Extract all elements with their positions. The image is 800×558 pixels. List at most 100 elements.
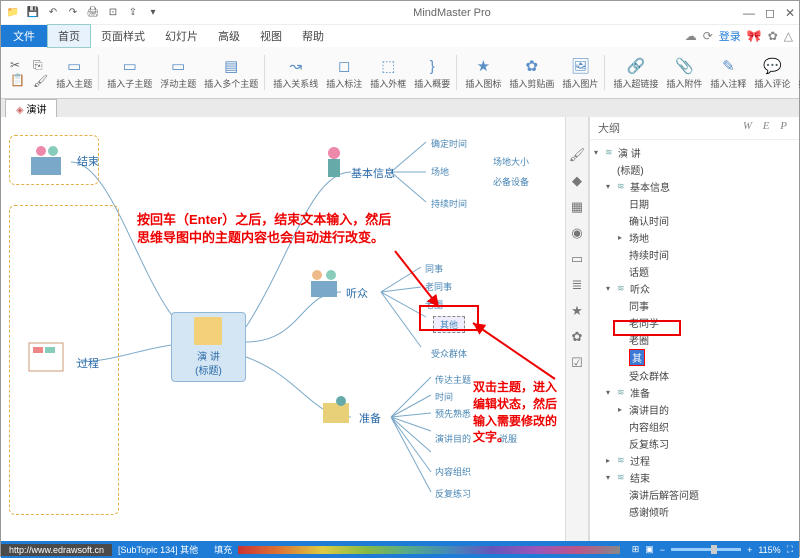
outline-item[interactable]: 内容组织 (594, 418, 795, 435)
ribbon-insert-topic[interactable]: ▭插入主题 (53, 55, 99, 90)
outline-item[interactable]: 演讲后解答问题 (594, 486, 795, 503)
outline-item[interactable]: 其 (594, 348, 795, 367)
menu-view[interactable]: 视图 (250, 25, 292, 47)
cut-icon[interactable]: ✂ (10, 58, 25, 72)
brush-icon[interactable]: 🖌 (33, 74, 48, 88)
outline-item[interactable]: ▾≋基本信息 (594, 178, 795, 195)
ribbon-image[interactable]: 🖼插入图片 (559, 55, 605, 90)
outline-item[interactable]: 感谢倾听 (594, 503, 795, 520)
node-process[interactable]: 过程 (77, 355, 99, 371)
fit-page-icon[interactable]: ▣ (645, 544, 654, 555)
outline-item[interactable]: 同事 (594, 297, 795, 314)
node-review-practice[interactable]: 反复练习 (435, 487, 471, 500)
qat-redo-icon[interactable]: ↷ (65, 5, 81, 21)
outline-item[interactable]: 持续时间 (594, 246, 795, 263)
cloud-upload-icon[interactable]: ☁ (685, 29, 697, 43)
node-content-org[interactable]: 内容组织 (435, 465, 471, 478)
color-palette-bar[interactable] (238, 546, 620, 554)
gift-icon[interactable]: 🎀 (747, 29, 762, 43)
qat-print-icon[interactable]: 🖨 (85, 5, 101, 21)
outline-item[interactable]: ▸≋过程 (594, 452, 795, 469)
format-task-icon[interactable]: ☑ (571, 355, 583, 371)
format-clipart-icon[interactable]: ✿ (572, 329, 583, 345)
login-link[interactable]: 登录 (719, 28, 741, 44)
minimize-button[interactable]: — (743, 6, 755, 20)
collapse-ribbon-icon[interactable]: △ (784, 29, 793, 43)
mindmap-canvas[interactable]: 演 讲 (标题) 结束 过程 基本信息 听众 准备 确定时间 场地 场地大小 必… (1, 117, 565, 541)
outline-item[interactable]: 日期 (594, 195, 795, 212)
menu-slides[interactable]: 幻灯片 (155, 25, 208, 47)
paste-icon[interactable]: 📋 (10, 73, 25, 87)
ribbon-relationship[interactable]: ↝插入关系线 (270, 55, 321, 90)
node-venue-size[interactable]: 场地大小 (493, 155, 529, 168)
zoom-out-button[interactable]: − (660, 545, 665, 555)
status-url[interactable]: http://www.edrawsoft.cn (1, 544, 112, 556)
close-button[interactable]: ✕ (785, 6, 795, 20)
format-layout-icon[interactable]: ▦ (571, 199, 583, 215)
maximize-button[interactable]: ◻ (765, 6, 775, 20)
cloud-sync-icon[interactable]: ⟳ (703, 29, 713, 43)
node-end[interactable]: 结束 (77, 153, 99, 169)
outline-item[interactable]: 确认时间 (594, 212, 795, 229)
outline-item[interactable]: ▸场地 (594, 229, 795, 246)
outline-item[interactable]: (标题) (594, 161, 795, 178)
format-outline-icon[interactable]: ≣ (572, 277, 583, 293)
format-brush-icon[interactable]: 🖌 (569, 147, 586, 163)
ribbon-hyperlink[interactable]: 🔗插入超链接 (610, 55, 661, 90)
outline-item[interactable]: ▸演讲目的 (594, 401, 795, 418)
root-node[interactable]: 演 讲 (标题) (171, 312, 246, 382)
outline-item[interactable]: ▾≋演 讲 (594, 144, 795, 161)
node-audience-group[interactable]: 受众群体 (431, 347, 467, 360)
outline-item[interactable]: 受众群体 (594, 367, 795, 384)
ribbon-comment[interactable]: 💬插入评论 (751, 55, 793, 90)
ribbon-attachment[interactable]: 📎插入附件 (663, 55, 705, 90)
outline-item[interactable]: ▾≋结束 (594, 469, 795, 486)
node-time[interactable]: 时间 (435, 390, 453, 403)
ribbon-summary[interactable]: }插入概要 (411, 55, 457, 90)
menu-home[interactable]: 首页 (47, 24, 91, 48)
qat-folder-icon[interactable]: 📁 (5, 5, 21, 21)
ribbon-boundary[interactable]: ⬚插入外框 (367, 55, 409, 90)
settings-icon[interactable]: ✿ (768, 29, 778, 43)
node-speech-purpose[interactable]: 演讲目的 (435, 432, 471, 445)
node-review-before[interactable]: 预先熟悉 (435, 407, 471, 420)
ribbon-icon[interactable]: ★插入图标 (462, 55, 504, 90)
format-shape-icon[interactable]: ◆ (572, 173, 582, 189)
doc-tab-active[interactable]: ◈ 演讲 (5, 99, 57, 117)
fullscreen-icon[interactable]: ⛶ (787, 544, 793, 555)
ribbon-tag[interactable]: 🏷插入标签 (795, 55, 800, 90)
qat-save-icon[interactable]: 💾 (25, 5, 41, 21)
outline-item[interactable]: ▾≋听众 (594, 280, 795, 297)
menu-page-style[interactable]: 页面样式 (91, 25, 155, 47)
copy-icon[interactable]: ⎘ (33, 58, 48, 73)
outline-tree[interactable]: ▾≋演 讲(标题)▾≋基本信息日期确认时间▸场地持续时间话题▾≋听众同事老同学老… (590, 140, 799, 541)
menu-help[interactable]: 帮助 (292, 25, 334, 47)
format-theme-icon[interactable]: ◉ (571, 225, 582, 241)
node-required-equip[interactable]: 必备设备 (493, 175, 529, 188)
qat-more-icon[interactable]: ▾ (145, 5, 161, 21)
fit-width-icon[interactable]: ⊞ (632, 544, 640, 555)
qat-undo-icon[interactable]: ↶ (45, 5, 61, 21)
format-page-icon[interactable]: ▭ (571, 251, 583, 267)
ribbon-float-topic[interactable]: ▭浮动主题 (157, 55, 199, 90)
ribbon-note[interactable]: ✎插入注释 (707, 55, 749, 90)
node-duration[interactable]: 持续时间 (431, 197, 467, 210)
node-audience[interactable]: 听众 (346, 285, 368, 301)
qat-export-icon[interactable]: ⇪ (125, 5, 141, 21)
format-icons-icon[interactable]: ★ (571, 303, 583, 319)
zoom-slider[interactable] (671, 548, 741, 551)
menu-advanced[interactable]: 高级 (208, 25, 250, 47)
ribbon-insert-subtopic[interactable]: ▭插入子主题 (104, 55, 155, 90)
ribbon-multi-topic[interactable]: ▤插入多个主题 (201, 55, 265, 90)
outline-item[interactable]: ▾≋准备 (594, 384, 795, 401)
qat-fit-icon[interactable]: ⊡ (105, 5, 121, 21)
node-prepare[interactable]: 准备 (359, 410, 381, 426)
file-menu-button[interactable]: 文件 (1, 25, 47, 47)
node-confirm-time[interactable]: 确定时间 (431, 137, 467, 150)
ribbon-callout[interactable]: ◻插入标注 (323, 55, 365, 90)
outline-item[interactable]: 话题 (594, 263, 795, 280)
ribbon-clipart[interactable]: ✿插入剪贴画 (506, 55, 557, 90)
outline-item[interactable]: 反复练习 (594, 435, 795, 452)
zoom-in-button[interactable]: + (747, 545, 752, 555)
node-venue[interactable]: 场地 (431, 165, 449, 178)
